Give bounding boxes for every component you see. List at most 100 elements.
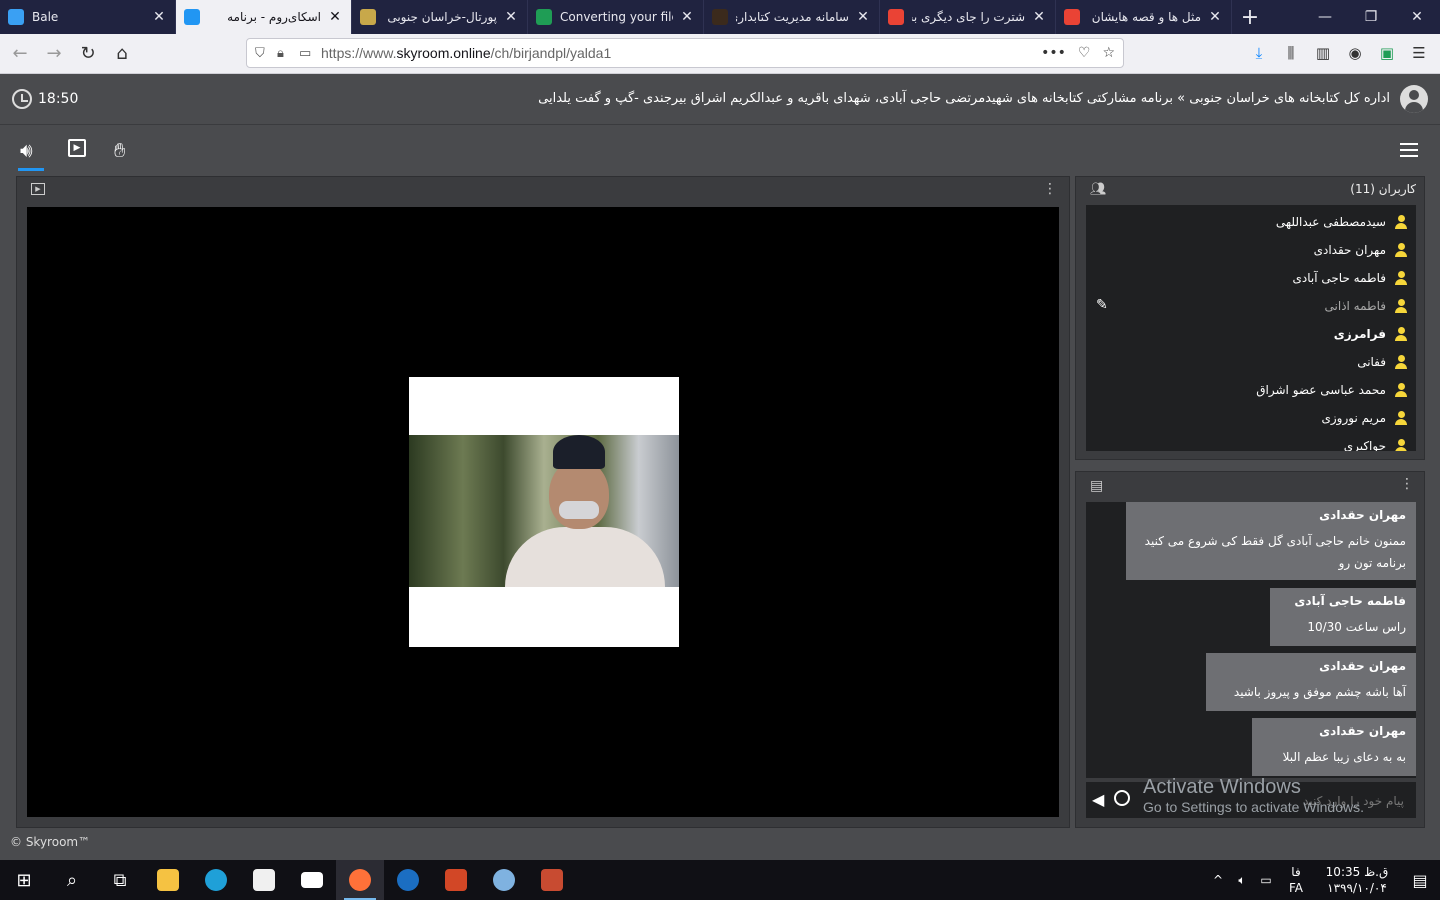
tab-label: Bale — [32, 10, 59, 24]
shield-icon[interactable]: ⛉ — [255, 46, 277, 61]
list-item[interactable]: ففانی — [1357, 355, 1408, 369]
chat-options-icon[interactable]: ⋮ — [1400, 476, 1414, 492]
stage-toggle-icon[interactable]: ▶ — [31, 183, 45, 195]
avatar[interactable] — [1400, 85, 1428, 113]
list-item[interactable]: مریم نوروزی — [1321, 411, 1408, 425]
new-tab-icon[interactable]: + — [1232, 0, 1268, 34]
play-screen-icon[interactable]: ▶ — [68, 139, 86, 157]
reload-icon[interactable]: ↻ — [72, 38, 104, 70]
app-icon[interactable] — [384, 860, 432, 900]
browser-nav-bar: ← → ↻ ⌂ ⛉ 🔒︎ ▭ https://www.skyroom.onlin… — [0, 34, 1440, 74]
browser-tab[interactable]: Converting your file ✕ — [528, 0, 704, 34]
back-icon[interactable]: ← — [4, 38, 36, 70]
list-item[interactable]: سیدمصطفی عبداللهی — [1276, 215, 1408, 229]
minimize-icon[interactable]: — — [1302, 0, 1348, 34]
url-bar[interactable]: ⛉ 🔒︎ ▭ https://www.skyroom.online/ch/bir… — [246, 38, 1124, 68]
tab-close-icon[interactable]: ✕ — [503, 9, 519, 25]
close-window-icon[interactable]: ✕ — [1394, 0, 1440, 34]
tab-close-icon[interactable]: ✕ — [855, 9, 871, 25]
tab-close-icon[interactable]: ✕ — [151, 9, 167, 25]
pocket-icon[interactable]: ♡ — [1078, 45, 1091, 61]
reader-icon[interactable]: ▭ — [299, 46, 321, 61]
footer-copyright: © Skyroom™ — [10, 835, 91, 849]
tab-close-icon[interactable]: ✕ — [679, 9, 695, 25]
search-icon[interactable]: ⌕ — [48, 860, 96, 900]
edge-icon[interactable] — [192, 860, 240, 900]
language-indicator[interactable]: فا FA — [1278, 864, 1314, 896]
browser-tab[interactable]: اسکای‌روم - برنامه ✕ — [176, 0, 352, 34]
volume-icon[interactable]: 🔈︎ — [1230, 873, 1254, 888]
list-item[interactable]: مهران حقدادی — [1314, 243, 1408, 257]
powerpoint-icon[interactable] — [432, 860, 480, 900]
app-header: 18:50 اداره کل کتابخانه های خراسان جنوبی… — [0, 75, 1440, 125]
clock-icon — [12, 89, 32, 109]
list-item[interactable]: محمد عباسی عضو اشراق — [1256, 383, 1408, 397]
download-icon[interactable]: ⤓ — [1246, 38, 1272, 68]
message-text: راس ساعت 10/30 — [1307, 620, 1406, 634]
chat-panel: ▤ ⋮ مهران حقدادی ممنون خانم حاجی آبادی گل… — [1075, 471, 1425, 828]
list-item[interactable]: فاطمه اذانی — [1325, 299, 1408, 313]
user-name: فاطمه اذانی — [1324, 299, 1386, 313]
browser-tab[interactable]: Bale ✕ — [0, 0, 176, 34]
message-text: ممنون خانم حاجی آبادی گل فقط کی شروع می … — [1144, 534, 1406, 548]
sidebar-icon[interactable]: ▥ — [1310, 38, 1336, 68]
lock-icon[interactable]: 🔒︎ — [277, 46, 299, 61]
message-text: به به دعای زیبا عظم البلا — [1282, 750, 1406, 764]
chevron-up-icon[interactable]: ^ — [1206, 873, 1230, 887]
list-item[interactable]: فاطمه حاجی آبادی — [1292, 271, 1408, 285]
tab-close-icon[interactable]: ✕ — [1207, 9, 1223, 25]
file-explorer-icon[interactable] — [144, 860, 192, 900]
browser-tab[interactable]: سامانه مدیریت کتابداری ✕ — [704, 0, 880, 34]
more-icon[interactable]: ••• — [1041, 45, 1066, 61]
store-icon[interactable] — [240, 860, 288, 900]
stage-options-icon[interactable]: ⋮ — [1043, 181, 1057, 197]
tab-favicon-icon — [8, 9, 24, 25]
list-item[interactable]: فرامرزی — [1334, 327, 1408, 341]
user-list: ✎ سیدمصطفی عبداللهی مهران حقدادی فاطمه حاج… — [1086, 205, 1416, 451]
network-icon[interactable]: ▭ — [1254, 873, 1278, 887]
restore-icon[interactable]: ❐ — [1348, 0, 1394, 34]
user-name: حواکبری — [1343, 439, 1386, 451]
tab-favicon-icon — [536, 9, 552, 25]
clock-date[interactable]: ق.ظ 10:35 ۱۳۹۹/۱۰/۰۴ — [1314, 864, 1400, 896]
chat-message: مهران حقدادی به به دعای زیبا عظم البلا — [1252, 718, 1416, 776]
user-icon — [1394, 215, 1408, 229]
forward-icon[interactable]: → — [38, 38, 70, 70]
home-icon[interactable]: ⌂ — [106, 38, 138, 70]
tab-favicon-icon — [888, 9, 904, 25]
user-name: محمد عباسی عضو اشراق — [1256, 383, 1386, 397]
paint-icon[interactable] — [480, 860, 528, 900]
emoji-icon[interactable] — [1114, 790, 1130, 806]
mail-icon[interactable] — [288, 860, 336, 900]
video-editor-icon[interactable] — [528, 860, 576, 900]
user-name: سیدمصطفی عبداللهی — [1275, 215, 1386, 229]
message-sender: مهران حقدادی — [1319, 508, 1406, 522]
list-item[interactable]: حواکبری — [1344, 439, 1408, 451]
browser-tab[interactable]: پورتال-خراسان جنوبی ✕ — [352, 0, 528, 34]
chat-messages: مهران حقدادی ممنون خانم حاجی آبادی گل فقط… — [1086, 502, 1416, 778]
tab-close-icon[interactable]: ✕ — [327, 9, 343, 25]
notifications-icon[interactable]: ▤ — [1400, 871, 1440, 890]
browser-tab[interactable]: مثل ها و قصه هایشان ✕ — [1056, 0, 1232, 34]
bookmark-star-icon[interactable]: ☆ — [1102, 45, 1115, 61]
tab-close-icon[interactable]: ✕ — [1031, 9, 1047, 25]
account-icon[interactable]: ◉ — [1342, 38, 1368, 68]
firefox-icon[interactable] — [336, 860, 384, 900]
library-icon[interactable]: ⫼ — [1278, 38, 1304, 68]
speaker-icon[interactable]: 🔊︎ — [20, 138, 33, 162]
task-view-icon[interactable]: ⧉ — [96, 860, 144, 900]
hamburger-menu-icon[interactable] — [1400, 143, 1418, 161]
user-icon — [1394, 243, 1408, 257]
windows-taskbar: ⊞ ⌕ ⧉ ^ 🔈︎ ▭ فا FA ق.ظ 10:35 ۱۳۹۹/۱۰/۰۴ … — [0, 860, 1440, 900]
browser-tab[interactable]: شترت را جای دیگری بخو ✕ — [880, 0, 1056, 34]
activation-watermark: Activate Windows Go to Settings to activ… — [1143, 776, 1364, 815]
user-name: مهران حقدادی — [1313, 243, 1386, 257]
raise-hand-icon[interactable]: ✋︎ — [114, 138, 125, 162]
tab-favicon-icon — [184, 9, 200, 25]
menu-icon[interactable]: ☰ — [1406, 38, 1432, 68]
mic-muted-icon[interactable]: ✎ — [1096, 297, 1108, 313]
extension-icon[interactable]: ▣ — [1374, 38, 1400, 68]
url-text[interactable]: https://www.skyroom.online/ch/birjandpl/… — [321, 45, 1041, 61]
send-icon[interactable]: ◀ — [1092, 790, 1104, 809]
start-icon[interactable]: ⊞ — [0, 860, 48, 900]
